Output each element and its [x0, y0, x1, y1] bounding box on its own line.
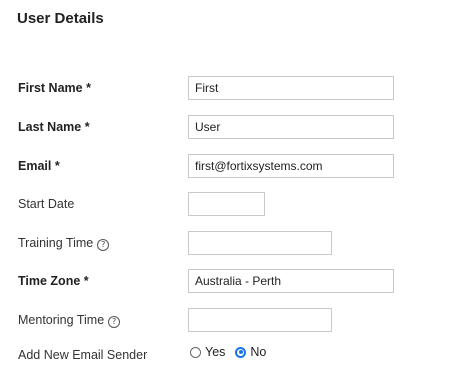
time-zone-label: Time Zone *: [18, 274, 89, 288]
add-email-sender-label: Add New Email Sender: [18, 348, 148, 362]
email-row: Email *: [0, 154, 454, 180]
start-date-input[interactable]: [188, 192, 265, 216]
radio-yes[interactable]: [190, 346, 201, 358]
mentoring-time-input[interactable]: [188, 308, 332, 332]
start-date-label: Start Date: [18, 197, 75, 211]
radio-option-yes[interactable]: Yes: [190, 345, 225, 359]
mentoring-time-label: Mentoring Time?: [18, 313, 121, 328]
email-label: Email *: [18, 159, 60, 173]
email-input[interactable]: [188, 154, 394, 178]
question-circle-icon[interactable]: ?: [97, 239, 110, 251]
mentoring-time-label-text: Mentoring Time: [18, 313, 105, 327]
training-time-label: Training Time?: [18, 236, 110, 251]
last-name-input[interactable]: [188, 115, 394, 139]
time-zone-row: Time Zone *: [0, 269, 454, 295]
training-time-input[interactable]: [188, 231, 332, 255]
section-title: User Details: [17, 10, 104, 27]
question-circle-icon[interactable]: ?: [108, 316, 121, 328]
first-name-row: First Name *: [0, 76, 454, 102]
last-name-row: Last Name *: [0, 115, 454, 141]
first-name-label: First Name *: [18, 81, 91, 95]
radio-no-label: No: [250, 345, 267, 359]
training-time-row: Training Time?: [0, 231, 454, 257]
training-time-label-text: Training Time: [18, 236, 94, 250]
radio-option-no[interactable]: No: [235, 345, 266, 359]
radio-yes-label: Yes: [205, 345, 226, 359]
time-zone-input[interactable]: [188, 269, 394, 293]
radio-no[interactable]: [235, 346, 247, 358]
mentoring-time-row: Mentoring Time?: [0, 308, 454, 334]
add-email-sender-radio-group: Yes No: [190, 345, 276, 359]
add-email-sender-row: Add New Email Sender Yes No: [0, 343, 454, 369]
first-name-input[interactable]: [188, 76, 394, 100]
last-name-label: Last Name *: [18, 120, 90, 134]
start-date-row: Start Date: [0, 192, 454, 218]
